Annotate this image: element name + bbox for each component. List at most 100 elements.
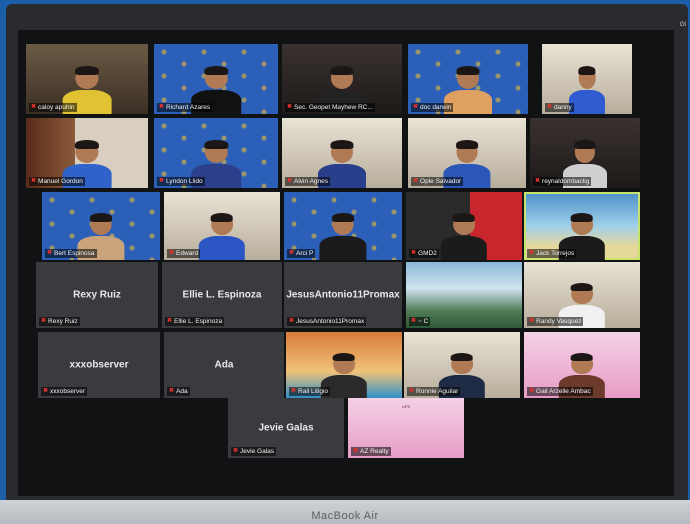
participant-tile[interactable]: ✖ Rail Litigio	[286, 332, 402, 398]
participant-name-center: JesusAntonio11Promax	[286, 289, 400, 301]
muted-mic-icon: ✖	[289, 250, 295, 256]
muted-mic-icon: ✖	[169, 388, 175, 394]
participant-tile[interactable]: Jevie Galas ✖ Jevie Galas	[228, 398, 344, 458]
participant-tile[interactable]: ✖ Arci P	[284, 192, 402, 260]
participant-name-label: ✖ Jevie Galas	[231, 447, 276, 456]
participant-name: Alvin Agnes	[294, 178, 328, 185]
participant-name: Edward	[176, 250, 199, 257]
participant-name: Randy Vasquez	[536, 318, 582, 325]
participant-video	[569, 65, 605, 114]
participant-name-label: ✖ Ople Salvador	[411, 177, 464, 186]
participant-name-center: Ada	[214, 359, 234, 371]
participant-name-label: ✖ caloy apuhin	[29, 103, 77, 112]
participant-tile[interactable]: ✖ GMD2	[406, 192, 522, 260]
participant-tile[interactable]: LIFE ✖ AZ Realty	[348, 398, 464, 458]
participant-name-label: ✖ Randy Vasquez	[527, 317, 584, 326]
participant-name: Richard Azares	[166, 104, 211, 111]
muted-mic-icon: ✖	[287, 178, 293, 184]
participant-name-label: ✖ xxxobserver	[41, 387, 88, 396]
participant-tile[interactable]: ✖ Randy Vasquez	[524, 262, 640, 328]
participant-tile[interactable]: ✖ Manuel Gordon	[26, 118, 148, 188]
participant-name-label: ✖ doc darwin	[411, 103, 454, 112]
participant-video	[319, 212, 367, 260]
participant-name-label: ✖ reynaldombaclig	[533, 177, 592, 186]
participant-name: Jevie Galas	[240, 448, 274, 455]
muted-mic-icon: ✖	[47, 250, 53, 256]
muted-mic-icon: ✖	[31, 104, 37, 110]
device-brand-label: MacBook Air	[311, 510, 379, 522]
participant-name-label: ✖ Richard Azares	[157, 103, 213, 112]
participant-name-label: ✖ GMD2	[409, 249, 439, 258]
participant-tile[interactable]: ✖ Edward	[164, 192, 280, 260]
muted-mic-icon: ✖	[233, 448, 239, 454]
participant-name: Ople Salvador	[420, 178, 462, 185]
participant-name: AZ Realty	[360, 448, 389, 455]
muted-mic-icon: ✖	[43, 388, 49, 394]
muted-mic-icon: ✖	[159, 178, 165, 184]
participant-name-center: Rexy Ruiz	[73, 289, 121, 301]
participant-tile[interactable]: ✖ caloy apuhin	[26, 44, 148, 114]
participant-tile[interactable]: ✖ Richard Azares	[154, 44, 278, 114]
participant-name-label: ✖ Manuel Gordon	[29, 177, 85, 186]
zoom-gallery-view: ✖ caloy apuhin ✖ Richard Azares ✖ Sec. Geopet…	[18, 30, 674, 496]
participant-name: danny	[554, 104, 572, 111]
participant-name: Arci P	[296, 250, 314, 257]
muted-mic-icon: ✖	[535, 178, 541, 184]
participant-name: JesusAntonio11Promax	[296, 318, 365, 325]
muted-mic-icon: ✖	[167, 318, 173, 324]
participant-name-label: ✖ Rexy Ruiz	[39, 317, 80, 326]
corner-text: Gt	[679, 22, 686, 28]
participant-name: doc darwin	[420, 104, 452, 111]
participant-name: Bert Espinosa	[54, 250, 95, 257]
muted-mic-icon: ✖	[411, 318, 417, 324]
participant-tile[interactable]: ✖ Jack Torrejos	[524, 192, 640, 260]
participant-tile[interactable]: ✖ Sec. Geopet Mayhew RC...	[282, 44, 402, 114]
participant-name-label: ✖ danny	[545, 103, 574, 112]
participant-name-label: ✖ Ellie L. Espinoza	[165, 317, 225, 326]
participant-name: Ellie L. Espinoza	[174, 318, 223, 325]
participant-tile[interactable]: ✖ doc darwin	[408, 44, 528, 114]
muted-mic-icon: ✖	[353, 448, 359, 454]
participant-tile[interactable]: xxxobserver ✖ xxxobserver	[38, 332, 160, 398]
participant-name: Ronnie Aguilar	[416, 388, 459, 395]
participant-tile[interactable]: ✖ reynaldombaclig	[530, 118, 640, 188]
participant-name: caloy apuhin	[38, 104, 75, 111]
participant-tile[interactable]: ✖ Ronnie Aguilar	[404, 332, 520, 398]
participant-name-label: ✖ JesusAntonio11Promax	[287, 317, 367, 326]
participant-tile[interactable]: ✖ Ople Salvador	[408, 118, 526, 188]
participant-name-label: ✖ Alvin Agnes	[285, 177, 330, 186]
muted-mic-icon: ✖	[413, 178, 419, 184]
muted-mic-icon: ✖	[291, 388, 297, 394]
participant-name-label: ✖ Jack Torrejos	[527, 249, 577, 258]
muted-mic-icon: ✖	[159, 104, 165, 110]
muted-mic-icon: ✖	[41, 318, 47, 324]
participant-tile[interactable]: ✖ danny	[542, 44, 632, 114]
participant-tile[interactable]: Ada ✖ Ada	[164, 332, 284, 398]
participant-name: Rexy Ruiz	[48, 318, 78, 325]
muted-mic-icon: ✖	[547, 104, 553, 110]
participant-name-label: ✖ Sec. Geopet Mayhew RC...	[285, 103, 375, 112]
participant-name: reynaldombaclig	[542, 178, 590, 185]
participant-name-label: ✖ AZ Realty	[351, 447, 391, 456]
participant-name-label: ✖ Lyndon Llido	[157, 177, 205, 186]
participant-name-center: xxxobserver	[69, 359, 129, 371]
participant-tile[interactable]: ✖ Lyndon Llido	[154, 118, 278, 188]
participant-name-label: ✖ Rail Litigio	[289, 387, 331, 396]
muted-mic-icon: ✖	[529, 250, 535, 256]
participant-name: xxxobserver	[50, 388, 86, 395]
participant-name-label: ✖ Edward	[167, 249, 201, 258]
participant-tile[interactable]: ✖ Gail Arzelle Ambac	[524, 332, 640, 398]
participant-tile[interactable]: Ellie L. Espinoza ✖ Ellie L. Espinoza	[162, 262, 282, 328]
participant-name: Gail Arzelle Ambac	[536, 388, 591, 395]
participant-tile[interactable]: ✖ ~ C	[406, 262, 522, 328]
muted-mic-icon: ✖	[411, 250, 417, 256]
participant-name: GMD2	[418, 250, 437, 257]
muted-mic-icon: ✖	[289, 318, 295, 324]
participant-tile[interactable]: ✖ Alvin Agnes	[282, 118, 402, 188]
participant-tile[interactable]: JesusAntonio11Promax ✖ JesusAntonio11Proma…	[284, 262, 402, 328]
participant-name-label: ✖ ~ C	[409, 317, 431, 326]
participant-tile[interactable]: Rexy Ruiz ✖ Rexy Ruiz	[36, 262, 158, 328]
participant-tile[interactable]: ✖ Bert Espinosa	[42, 192, 160, 260]
participant-name-label: ✖ Ada	[167, 387, 190, 396]
muted-mic-icon: ✖	[529, 388, 535, 394]
